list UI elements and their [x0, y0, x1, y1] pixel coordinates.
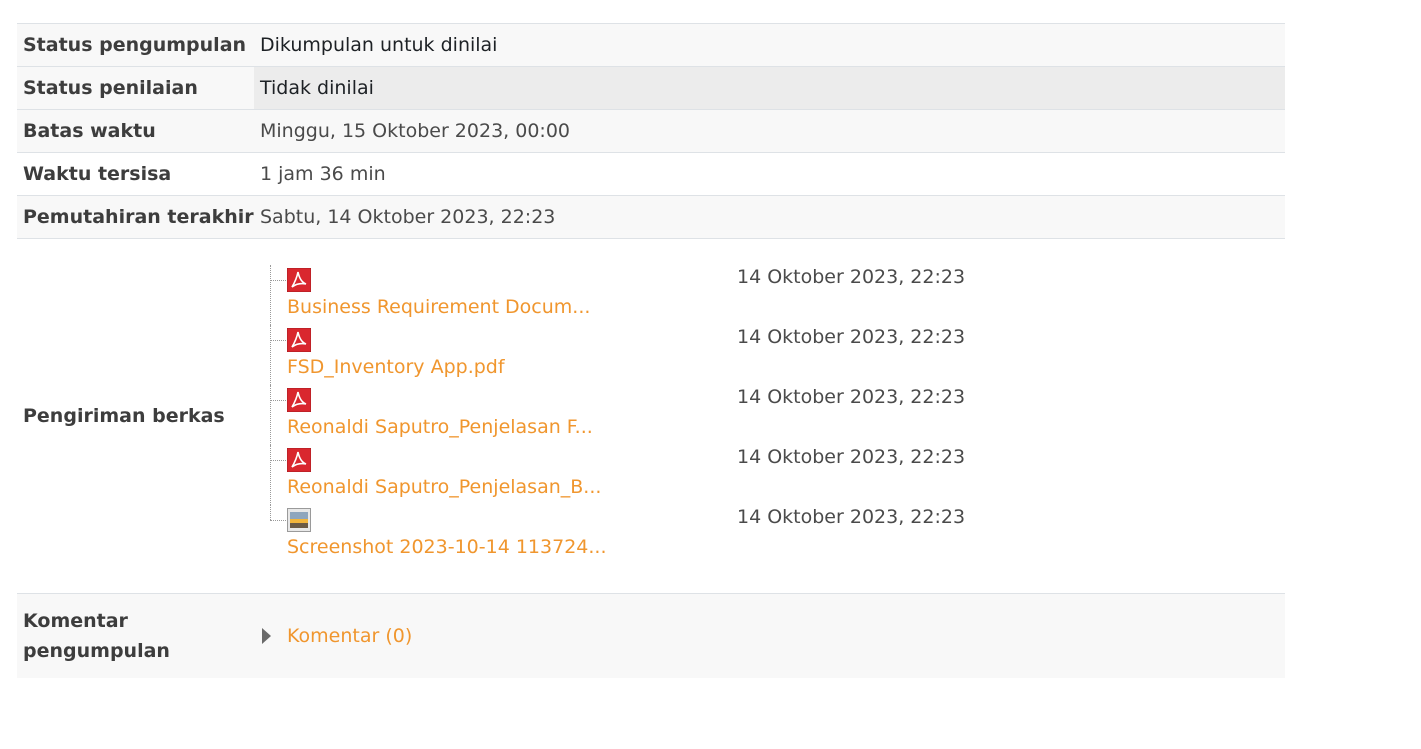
caret-right-icon[interactable]	[262, 628, 271, 644]
row-label: Status pengumpulan	[23, 34, 247, 56]
pdf-icon	[287, 328, 311, 352]
file-link[interactable]: Business Requirement Docum...	[287, 296, 590, 318]
row-status-pengumpulan: Status pengumpulan Dikumpulan untuk dini…	[17, 24, 1285, 67]
comments-toggle[interactable]: Komentar (0)	[262, 625, 412, 647]
file-entry: Reonaldi Saputro_Penjelasan F... 14 Okto…	[260, 385, 1285, 445]
row-label: Pemutahiran terakhir	[23, 206, 254, 228]
tree-connector	[270, 280, 286, 281]
file-tree: Business Requirement Docum... 14 Oktober…	[260, 239, 1285, 593]
row-value: Minggu, 15 Oktober 2023, 00:00	[260, 120, 570, 142]
row-label: Status penilaian	[23, 77, 198, 99]
row-pengiriman-berkas: Pengiriman berkas Business Requirement D…	[17, 239, 1285, 594]
pdf-icon	[287, 448, 311, 472]
tree-connector	[270, 325, 271, 385]
row-value: Komentar (0)	[254, 594, 1285, 678]
tree-connector	[270, 385, 271, 445]
tree-connector	[270, 505, 271, 520]
file-entry: FSD_Inventory App.pdf 14 Oktober 2023, 2…	[260, 325, 1285, 385]
file-entry: Reonaldi Saputro_Penjelasan_B... 14 Okto…	[260, 445, 1285, 505]
row-status-penilaian: Status penilaian Tidak dinilai	[17, 67, 1285, 110]
row-batas-waktu: Batas waktu Minggu, 15 Oktober 2023, 00:…	[17, 110, 1285, 153]
file-date: 14 Oktober 2023, 22:23	[737, 266, 966, 288]
file-link[interactable]: Screenshot 2023-10-14 113724...	[287, 536, 606, 558]
row-value: Sabtu, 14 Oktober 2023, 22:23	[260, 206, 556, 228]
tree-connector	[270, 340, 286, 341]
tree-connector	[270, 520, 286, 521]
tree-connector	[270, 400, 286, 401]
tree-connector	[270, 265, 271, 325]
file-date: 14 Oktober 2023, 22:23	[737, 506, 966, 528]
file-date: 14 Oktober 2023, 22:23	[737, 326, 966, 348]
row-pemutahiran-terakhir: Pemutahiran terakhir Sabtu, 14 Oktober 2…	[17, 196, 1285, 239]
row-value: Dikumpulan untuk dinilai	[260, 34, 498, 56]
row-value: 1 jam 36 min	[260, 163, 386, 185]
comments-link[interactable]: Komentar (0)	[287, 625, 412, 647]
row-label: Pengiriman berkas	[23, 405, 225, 427]
tree-connector	[270, 460, 286, 461]
image-icon	[287, 508, 311, 532]
file-date: 14 Oktober 2023, 22:23	[737, 446, 966, 468]
submission-status-table: Status pengumpulan Dikumpulan untuk dini…	[17, 23, 1285, 678]
row-label: Batas waktu	[23, 120, 156, 142]
row-label: Komentar pengumpulan	[17, 594, 254, 678]
row-label-line: Komentar	[23, 610, 128, 632]
file-entry: Business Requirement Docum... 14 Oktober…	[260, 265, 1285, 325]
row-komentar-pengumpulan: Komentar pengumpulan Komentar (0)	[17, 594, 1285, 678]
file-link[interactable]: Reonaldi Saputro_Penjelasan F...	[287, 416, 593, 438]
file-date: 14 Oktober 2023, 22:23	[737, 386, 966, 408]
file-link[interactable]: FSD_Inventory App.pdf	[287, 356, 505, 378]
pdf-icon	[287, 268, 311, 292]
tree-connector	[270, 445, 271, 505]
row-value: Tidak dinilai	[254, 67, 1285, 109]
file-entry: Screenshot 2023-10-14 113724... 14 Oktob…	[260, 505, 1285, 565]
row-waktu-tersisa: Waktu tersisa 1 jam 36 min	[17, 153, 1285, 196]
pdf-icon	[287, 388, 311, 412]
file-tree-cell: Business Requirement Docum... 14 Oktober…	[254, 239, 1285, 593]
file-link[interactable]: Reonaldi Saputro_Penjelasan_B...	[287, 476, 601, 498]
row-label: Waktu tersisa	[23, 163, 172, 185]
row-label-line: pengumpulan	[23, 640, 170, 662]
